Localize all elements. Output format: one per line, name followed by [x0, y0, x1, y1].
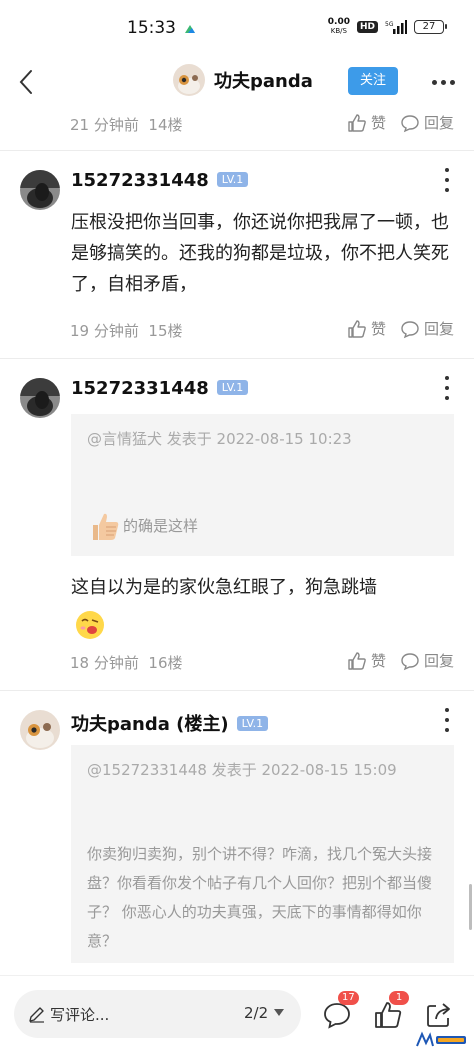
post-actions: 赞 回复	[347, 650, 454, 671]
hd-badge: HD	[356, 21, 378, 33]
quoted-post[interactable]: @15272331448 发表于 2022-08-15 15:09 你卖狗归卖狗…	[71, 745, 454, 963]
post-body: 压根没把你当回事，你还说你把我屌了一顿，也是够搞笑的。还我的狗都是垃圾，你不把人…	[71, 212, 449, 295]
level-badge: LV.1	[216, 379, 249, 395]
share-icon	[427, 1003, 450, 1027]
quote-header: @言情猛犬 发表于 2022-08-15 10:23	[87, 430, 352, 448]
kebab-icon[interactable]	[442, 168, 452, 192]
post-actions: 赞 回复	[347, 112, 454, 133]
comment-placeholder: 写评论...	[50, 1006, 110, 1024]
battery-icon: 27	[414, 20, 447, 34]
thumbs-up-emoji-icon	[93, 513, 119, 540]
nav-user[interactable]: 功夫panda	[173, 64, 313, 96]
quoted-post[interactable]: @言情猛犬 发表于 2022-08-15 10:23 的确是这样	[71, 414, 454, 556]
bottom-bar: 写评论... 2/2 17 1	[0, 975, 474, 1053]
like-button[interactable]: 赞	[347, 650, 386, 671]
like-button[interactable]: 赞	[347, 112, 386, 133]
avatar[interactable]	[20, 378, 60, 418]
post-time: 21 分钟前 14楼	[70, 116, 183, 134]
thumb-up-icon	[348, 319, 366, 338]
post-time: 18 分钟前 16楼	[70, 654, 183, 672]
pencil-icon	[29, 1007, 44, 1023]
reply-button[interactable]: 回复	[400, 650, 454, 671]
comment-button[interactable]: 17	[322, 991, 359, 1034]
avatar	[173, 64, 205, 96]
chevron-down-icon	[274, 1009, 285, 1016]
watermark-logo-icon	[414, 1031, 470, 1049]
post-item: 功夫panda (楼主) LV.1 @15272331448 发表于 2022-0…	[0, 690, 474, 975]
post-author[interactable]: 15272331448 LV.1	[71, 170, 249, 191]
post-item: 15272331448 LV.1 压根没把你当回事，你还说你把我屌了一顿，也是够搞…	[0, 150, 474, 358]
thumb-up-icon	[348, 651, 366, 670]
reply-bubble-icon	[401, 114, 419, 132]
level-badge: LV.1	[236, 715, 269, 731]
kebab-icon[interactable]	[442, 376, 452, 400]
like-button[interactable]: 赞	[347, 318, 386, 339]
quote-header: @15272331448 发表于 2022-08-15 15:09	[87, 761, 397, 779]
emoji-icon	[74, 609, 106, 645]
scrollbar[interactable]	[469, 884, 472, 930]
more-icon[interactable]	[430, 70, 456, 94]
signal-icon: 5G	[385, 20, 407, 34]
post-body: 这自以为是的家伙急红眼了，狗急跳墙	[71, 577, 377, 598]
reply-bubble-icon	[401, 320, 419, 338]
nav-bar: 功夫panda 关注	[0, 56, 474, 108]
avatar[interactable]	[20, 170, 60, 210]
post-author[interactable]: 15272331448 LV.1	[71, 378, 249, 399]
post-time: 19 分钟前 15楼	[70, 322, 183, 340]
like-post-button[interactable]: 1	[373, 991, 409, 1034]
post-meta: 18 分钟前 16楼 赞 回复	[70, 650, 460, 674]
back-button[interactable]	[8, 64, 44, 100]
net-speed: 0.00 KB/S	[327, 17, 350, 36]
quote-body: 的确是这样	[87, 509, 198, 543]
back-arrow-icon	[19, 70, 32, 94]
status-bar: 15:33 0.00 KB/S HD 5G 27	[0, 0, 474, 56]
level-badge: LV.1	[216, 171, 249, 187]
reply-button[interactable]: 回复	[400, 318, 454, 339]
post-meta: 19 分钟前 15楼 赞 回复	[70, 318, 460, 342]
status-indicators: 0.00 KB/S HD 5G 27	[327, 17, 447, 36]
post-actions: 赞 回复	[347, 318, 454, 339]
avatar[interactable]	[20, 710, 60, 750]
reply-button[interactable]: 回复	[400, 112, 454, 133]
comment-count-badge: 17	[338, 991, 359, 1005]
comment-input[interactable]: 写评论... 2/2	[14, 990, 301, 1038]
reply-bubble-icon	[401, 652, 419, 670]
thumb-up-icon	[348, 113, 366, 132]
kebab-icon[interactable]	[442, 708, 452, 732]
page-title: 功夫panda	[214, 71, 313, 92]
like-count-badge: 1	[389, 991, 409, 1005]
svg-text:5G: 5G	[385, 21, 394, 28]
status-time: 15:33	[127, 18, 176, 38]
page-indicator[interactable]: 2/2	[244, 1004, 285, 1022]
post-meta-14: 21 分钟前 14楼 赞 回复	[70, 112, 460, 136]
quote-body: 你卖狗归卖狗，别个讲不得？咋滴，找几个冤大头接盘？你看看你发个帖子有几个人回你？…	[87, 845, 433, 950]
app-notification-icon	[185, 25, 195, 33]
post-item: 15272331448 LV.1 @言情猛犬 发表于 2022-08-15 10:…	[0, 358, 474, 690]
post-author[interactable]: 功夫panda (楼主) LV.1	[71, 710, 269, 736]
follow-button[interactable]: 关注	[348, 67, 398, 95]
